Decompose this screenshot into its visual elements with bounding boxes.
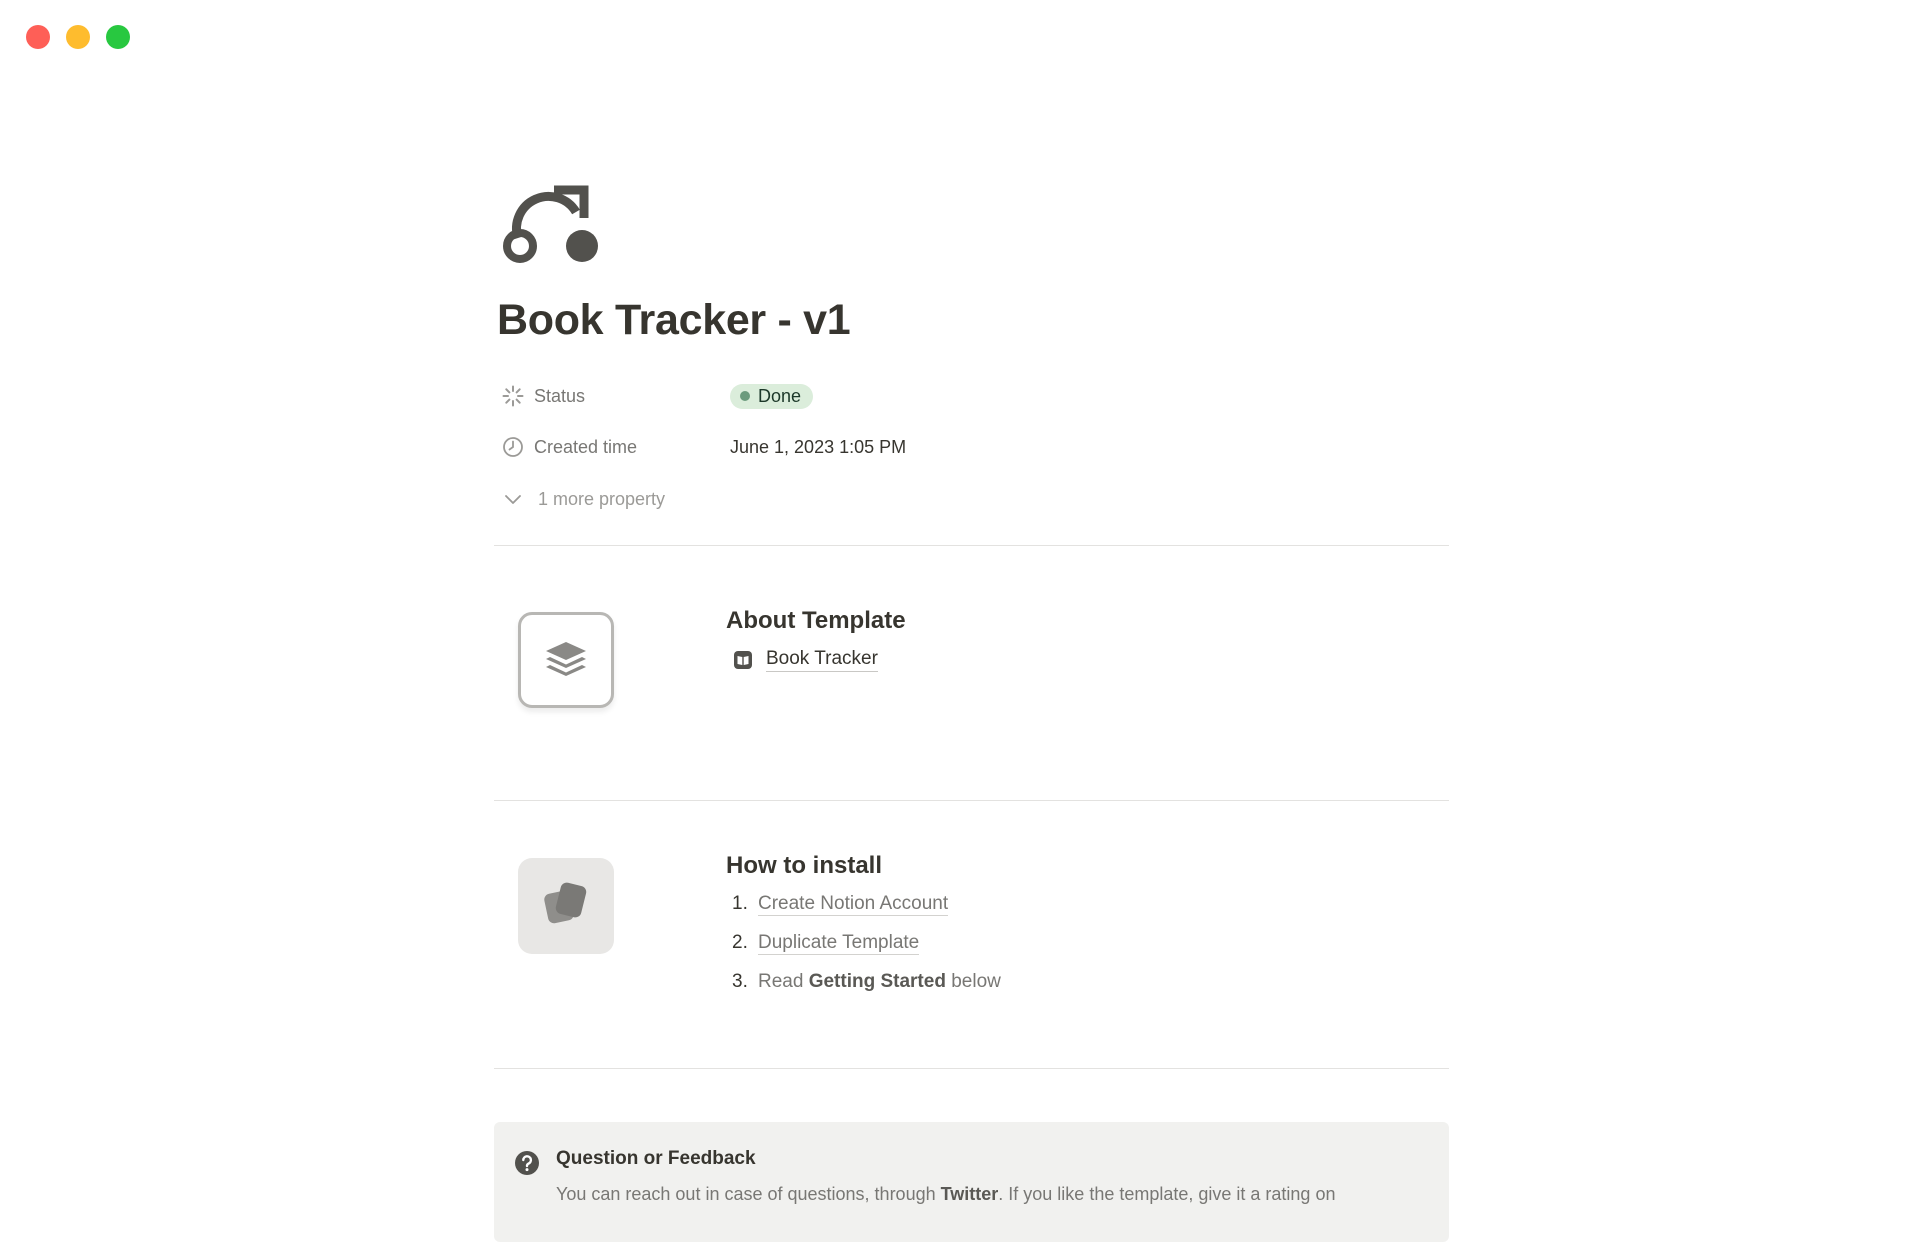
arrow-redo-dots-icon[interactable] — [502, 178, 602, 268]
step-prefix: Read — [758, 971, 809, 992]
about-template-heading[interactable]: About Template — [726, 607, 906, 635]
window-controls — [26, 25, 130, 49]
list-item: 2. Duplicate Template — [732, 932, 920, 955]
list-number: 3. — [732, 971, 748, 992]
feedback-callout[interactable]: Question or Feedback You can reach out i… — [494, 1122, 1449, 1242]
chevron-down-icon — [502, 488, 524, 510]
list-item: 1. Create Notion Account — [732, 893, 949, 916]
divider — [494, 545, 1449, 546]
callout-title: Question or Feedback — [556, 1148, 756, 1169]
cards-icon — [540, 878, 592, 935]
how-to-install-heading[interactable]: How to install — [726, 852, 882, 880]
about-template-tile[interactable] — [518, 612, 614, 708]
window-minimize-button[interactable] — [66, 25, 90, 49]
property-created-time[interactable]: Created time — [502, 432, 637, 462]
window-close-button[interactable] — [26, 25, 50, 49]
more-properties-label: 1 more property — [538, 488, 666, 509]
question-circle-icon — [514, 1150, 540, 1176]
divider — [494, 800, 1449, 801]
create-notion-account-link[interactable]: Create Notion Account — [758, 893, 949, 916]
property-label: Status — [534, 385, 586, 406]
step-bold: Getting Started — [808, 971, 946, 992]
callout-body-suffix: . If you like the template, give it a ra… — [998, 1184, 1336, 1204]
status-spinner-icon — [502, 385, 524, 407]
property-status[interactable]: Status — [502, 381, 585, 411]
callout-body-prefix: You can reach out in case of questions, … — [556, 1184, 941, 1204]
status-badge[interactable]: Done — [730, 383, 814, 409]
status-dot — [740, 391, 750, 401]
list-number: 2. — [732, 932, 748, 953]
layers-icon — [542, 638, 590, 683]
created-time-value[interactable]: June 1, 2023 1:05 PM — [730, 432, 906, 462]
step-text[interactable]: Read Getting Started below — [758, 971, 1001, 993]
duplicate-template-link[interactable]: Duplicate Template — [758, 932, 920, 955]
how-to-install-tile[interactable] — [518, 858, 614, 954]
clock-icon — [502, 436, 524, 458]
twitter-link[interactable]: Twitter — [941, 1184, 999, 1204]
step-suffix: below — [945, 971, 1001, 992]
status-value[interactable]: Done — [730, 381, 814, 411]
status-badge-label: Done — [758, 385, 802, 406]
property-label: Created time — [534, 436, 638, 457]
page-title[interactable]: Book Tracker - v1 — [497, 296, 851, 345]
list-number: 1. — [732, 893, 748, 914]
more-properties-toggle[interactable]: 1 more property — [502, 484, 665, 514]
divider — [494, 1068, 1449, 1069]
list-item: 3. Read Getting Started below — [732, 971, 1001, 993]
callout-body: You can reach out in case of questions, … — [556, 1184, 1335, 1205]
book-icon — [732, 649, 754, 671]
book-tracker-link[interactable]: Book Tracker — [732, 648, 878, 672]
window-maximize-button[interactable] — [106, 25, 130, 49]
book-tracker-link-label: Book Tracker — [766, 648, 878, 672]
